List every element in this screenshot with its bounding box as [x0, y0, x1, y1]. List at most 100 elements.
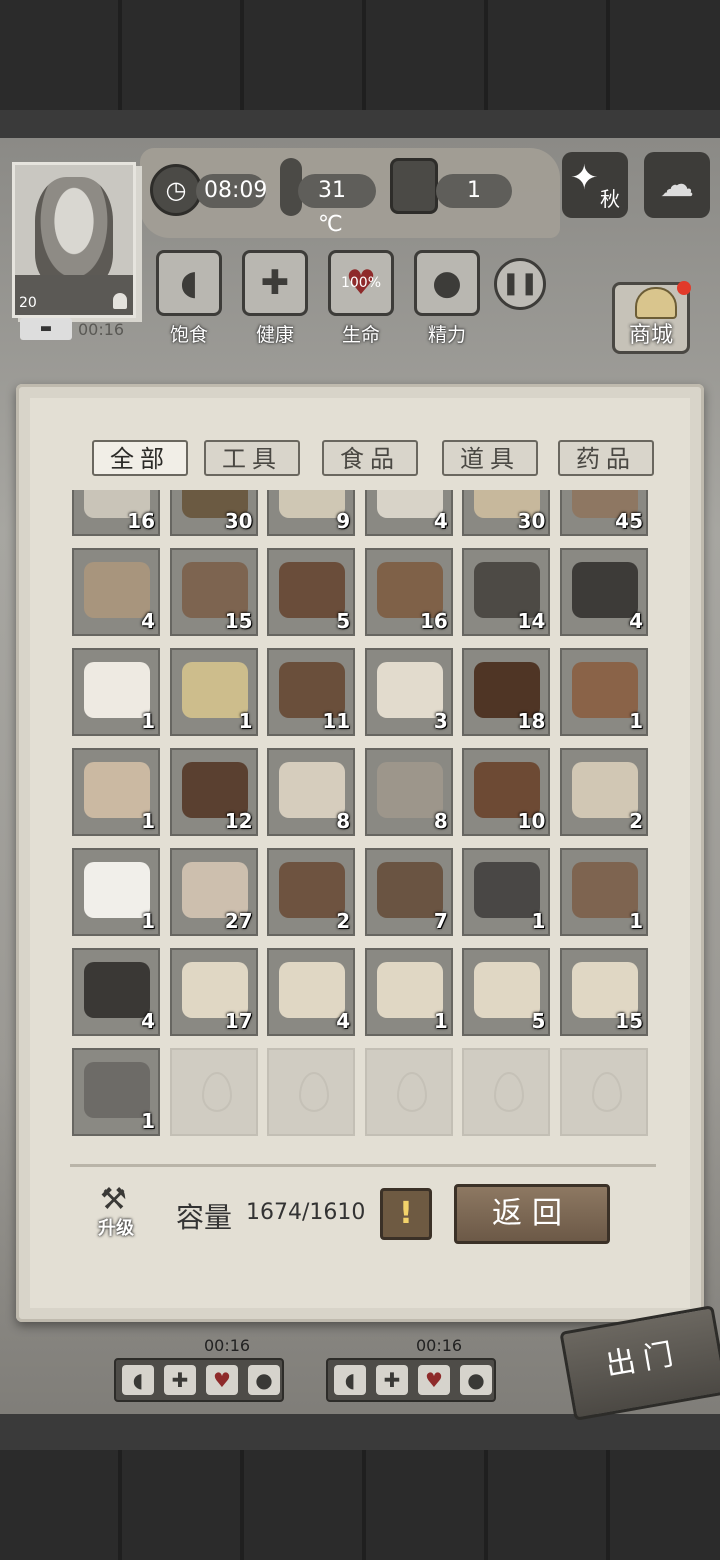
empty-slot[interactable]	[267, 1048, 356, 1136]
shell-icon	[635, 287, 677, 319]
inventory-slot[interactable]: 2	[560, 748, 648, 836]
scene-bottom-bar	[0, 1414, 720, 1450]
inventory-slot[interactable]: 1	[72, 748, 160, 836]
clock-icon: ◷	[150, 164, 202, 216]
item-quantity: 8	[433, 809, 448, 833]
person-icon: ●	[432, 263, 462, 303]
empty-slot[interactable]	[364, 1048, 453, 1136]
item-quantity: 4	[141, 609, 155, 633]
health-label: 健康	[255, 324, 294, 346]
tab-all[interactable]: 全部	[92, 440, 188, 476]
inventory-slot[interactable]: 4	[364, 490, 453, 536]
hunger-button[interactable]: ◖	[156, 250, 222, 316]
pause-button[interactable]: ❚❚	[494, 258, 546, 310]
season-label: 秋	[600, 187, 620, 211]
inventory-slot[interactable]: 8	[267, 748, 356, 836]
inventory-slot[interactable]: 1	[560, 848, 648, 936]
item-quantity: 2	[336, 909, 351, 933]
health-button[interactable]: ✚	[242, 250, 308, 316]
energy-label: 精力	[427, 324, 466, 346]
item-quantity: 17	[224, 1009, 253, 1033]
maple-leaf-icon: ✦	[570, 158, 599, 198]
item-quantity: 1	[141, 809, 155, 833]
inventory-slot[interactable]: 4	[72, 948, 160, 1036]
inventory-slot[interactable]: 4	[560, 548, 648, 636]
tab-props[interactable]: 道具	[442, 440, 538, 476]
inventory-slot[interactable]: 4	[267, 948, 356, 1036]
stomach-icon: ◖	[180, 263, 198, 303]
item-quantity: 1	[141, 1109, 155, 1133]
survivor-status-bar[interactable]: ◖ ✚ ♥ ●	[114, 1358, 284, 1402]
item-quantity: 2	[629, 809, 643, 833]
inventory-slot[interactable]: 1	[72, 848, 160, 936]
item-quantity: 1	[141, 709, 155, 733]
item-quantity: 9	[336, 509, 351, 533]
item-quantity: 1	[141, 909, 155, 933]
empty-slot[interactable]	[560, 1048, 648, 1136]
cooking-pot-icon[interactable]: ▬	[20, 318, 72, 340]
inventory-slot[interactable]: 1	[72, 1048, 160, 1136]
item-quantity: 7	[433, 909, 448, 933]
inventory-slot[interactable]: 5	[267, 548, 356, 636]
item-quantity: 30	[224, 509, 253, 533]
inventory-slot[interactable]: 17	[169, 948, 258, 1036]
inventory-slot[interactable]: 12	[169, 748, 258, 836]
inventory-slot[interactable]: 27	[169, 848, 258, 936]
item-quantity: 4	[433, 509, 448, 533]
item-quantity: 3	[433, 709, 448, 733]
survivor-status-bar[interactable]: ◖ ✚ ♥ ●	[326, 1358, 496, 1402]
item-quantity: 1	[629, 909, 643, 933]
item-quantity: 1	[238, 709, 253, 733]
character-face	[35, 177, 113, 287]
inventory-slot[interactable]: 2	[267, 848, 356, 936]
inventory-slot[interactable]: 3	[364, 648, 453, 736]
upgrade-button[interactable]: ⚒ 升级	[94, 1180, 156, 1242]
heart-icon: ♥	[206, 1365, 238, 1395]
inventory-slot[interactable]: 7	[364, 848, 453, 936]
inventory-slot[interactable]: 11	[267, 648, 356, 736]
inventory-slot[interactable]: 10	[462, 748, 551, 836]
warning-button[interactable]: !	[380, 1188, 432, 1240]
inventory-slot[interactable]: 18	[462, 648, 551, 736]
inventory-slot[interactable]: 5	[462, 948, 551, 1036]
tab-medicine[interactable]: 药品	[558, 440, 654, 476]
heart-icon: ♥	[418, 1365, 450, 1395]
inventory-slot[interactable]: 1	[462, 848, 551, 936]
item-quantity: 12	[224, 809, 253, 833]
inventory-slot[interactable]: 15	[169, 548, 258, 636]
shop-button[interactable]: 商城	[612, 281, 691, 354]
tab-food[interactable]: 食品	[322, 440, 418, 476]
inventory-slot[interactable]: 16	[72, 490, 160, 536]
item-quantity: 8	[336, 809, 351, 833]
character-portrait[interactable]: 20	[12, 162, 136, 318]
life-button[interactable]: ♥ 100%	[328, 250, 394, 316]
hunger-label: 饱食	[169, 324, 208, 346]
clock-time: 08:09	[196, 174, 267, 208]
inventory-slot[interactable]: 8	[364, 748, 453, 836]
inventory-slot[interactable]: 30	[169, 490, 258, 536]
cloud-icon[interactable]: ☁	[644, 152, 710, 218]
tab-tools[interactable]: 工具	[204, 440, 300, 476]
inventory-slot[interactable]: 45	[560, 490, 648, 536]
person-icon: ●	[248, 1365, 280, 1395]
inventory-slot[interactable]: 1	[364, 948, 453, 1036]
item-quantity: 4	[629, 609, 643, 633]
inventory-slot[interactable]: 1	[72, 648, 160, 736]
back-button[interactable]: 返回	[454, 1184, 610, 1244]
inventory-slot[interactable]: 1	[169, 648, 258, 736]
upgrade-label: 升级	[98, 1218, 134, 1239]
energy-button[interactable]: ●	[414, 250, 480, 316]
inventory-slot[interactable]: 1	[560, 648, 648, 736]
inventory-slot[interactable]: 16	[364, 548, 453, 636]
inventory-slot[interactable]: 9	[267, 490, 356, 536]
inventory-slot[interactable]: 30	[462, 490, 551, 536]
inventory-slot[interactable]: 14	[462, 548, 551, 636]
life-label: 生命	[341, 324, 380, 346]
empty-slot[interactable]	[169, 1048, 258, 1136]
person-icon	[113, 293, 127, 309]
inventory-slot[interactable]: 4	[72, 548, 160, 636]
inventory-slot[interactable]: 15	[560, 948, 648, 1036]
season-badge[interactable]: ✦ 秋	[562, 152, 628, 218]
empty-slot[interactable]	[462, 1048, 551, 1136]
person-icon: ●	[460, 1365, 492, 1395]
